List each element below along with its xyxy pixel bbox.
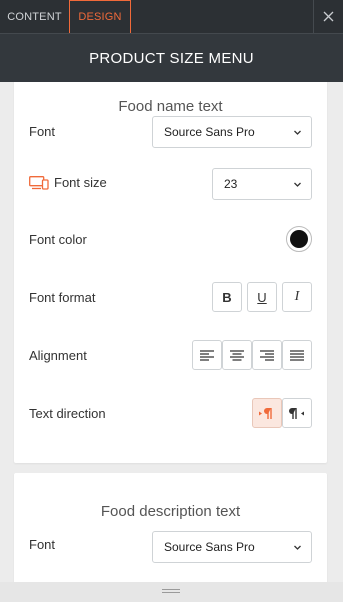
page-title: PRODUCT SIZE MENU [89,49,254,67]
devices-icon [29,176,49,190]
font-select-value: Source Sans Pro [164,540,255,554]
tab-design[interactable]: DESIGN [69,0,131,33]
bold-glyph: B [222,289,232,305]
font-size-label: Font size [54,175,107,190]
close-icon [323,11,334,22]
align-right-button[interactable] [252,340,282,370]
font-size-select[interactable]: 23 [212,168,312,200]
align-center-button[interactable] [222,340,252,370]
font-select[interactable]: Source Sans Pro [152,531,312,563]
text-direction-rtl-button[interactable] [282,398,312,428]
chevron-down-icon [294,182,301,187]
settings-scroll-area[interactable]: Food name text Font Source Sans Pro Font… [0,82,343,582]
align-justify-button[interactable] [282,340,312,370]
text-direction-ltr-button[interactable] [252,398,282,428]
font-color-label: Font color [29,232,87,247]
underline-glyph: U [257,289,267,305]
underline-button[interactable]: U [247,282,277,312]
bottom-bar [0,582,343,602]
ltr-paragraph-icon [259,407,272,419]
close-button[interactable] [313,0,343,33]
color-swatch-fill [290,230,308,248]
font-color-swatch[interactable] [286,226,312,252]
bold-button[interactable]: B [212,282,242,312]
tab-content[interactable]: CONTENT [0,0,69,33]
align-right-icon [260,349,274,361]
panel-header: PRODUCT SIZE MENU [0,33,343,82]
italic-button[interactable]: I [282,282,312,312]
font-format-label: Font format [29,290,96,305]
font-select[interactable]: Source Sans Pro [152,116,312,148]
italic-glyph: I [294,289,300,304]
resize-handle-icon[interactable] [162,589,180,594]
font-size-value: 23 [224,177,238,191]
align-left-button[interactable] [192,340,222,370]
food-name-text-card: Food name text Font Source Sans Pro Font… [14,82,327,463]
text-direction-label: Text direction [29,406,106,421]
align-left-icon [200,349,214,361]
rtl-paragraph-icon [289,407,304,419]
align-center-icon [230,349,244,361]
chevron-down-icon [294,545,301,550]
font-label: Font [29,537,56,552]
section-title: Food name text [118,98,223,115]
align-justify-icon [290,349,304,361]
font-select-value: Source Sans Pro [164,125,255,139]
chevron-down-icon [294,130,301,135]
alignment-label: Alignment [29,348,87,363]
tab-bar: CONTENT DESIGN [0,0,343,33]
food-description-text-card: Food description text Font Source Sans P… [14,473,327,582]
section-title: Food description text [100,503,241,520]
font-label: Font [29,124,56,139]
tab-spacer [131,0,313,33]
